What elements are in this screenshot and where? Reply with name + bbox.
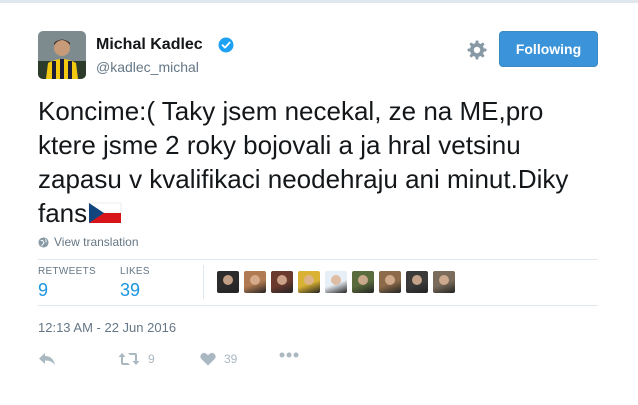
liker-avatar-7[interactable] [379, 271, 401, 293]
liker-avatar-8[interactable] [406, 271, 428, 293]
liker-face [304, 275, 314, 285]
reply-button[interactable] [38, 352, 56, 366]
liker-avatars [217, 271, 455, 293]
liker-face [223, 275, 233, 285]
liker-avatar-2[interactable] [244, 271, 266, 293]
like-action-count: 39 [224, 352, 238, 366]
display-name[interactable]: Michal Kadlec [96, 36, 203, 54]
liker-avatar-6[interactable] [352, 271, 374, 293]
verified-badge-icon [218, 37, 234, 53]
retweets-count[interactable]: 9 [38, 280, 48, 301]
likes-label: LIKES [120, 266, 150, 277]
view-translation-link[interactable]: View translation [38, 235, 139, 249]
stats-divider-top [38, 259, 598, 260]
globe-icon [38, 236, 49, 248]
liker-face [412, 275, 422, 285]
retweet-action-count: 9 [148, 352, 155, 366]
retweets-label: RETWEETS [38, 266, 96, 277]
like-button[interactable]: 39 [200, 352, 237, 366]
liker-avatar-4[interactable] [298, 271, 320, 293]
likes-count[interactable]: 39 [120, 280, 140, 301]
tweet-timestamp[interactable]: 12:13 AM - 22 Jun 2016 [38, 320, 176, 335]
tweet-actions: 9 39 [38, 352, 338, 372]
top-border [0, 0, 638, 3]
stats-vertical-divider [203, 265, 204, 299]
retweet-button[interactable]: 9 [118, 352, 155, 366]
liker-avatar-9[interactable] [433, 271, 455, 293]
view-translation-label: View translation [54, 235, 139, 249]
liker-face [358, 275, 368, 285]
liker-face [277, 275, 287, 285]
liker-avatar-5[interactable] [325, 271, 347, 293]
more-options-button[interactable] [279, 352, 299, 358]
liker-face [250, 275, 260, 285]
liker-face [439, 275, 449, 285]
gear-icon[interactable] [466, 39, 488, 61]
liker-avatar-3[interactable] [271, 271, 293, 293]
more-dots-icon [279, 352, 299, 358]
retweet-icon [118, 353, 140, 365]
reply-icon [39, 353, 55, 365]
liker-face [331, 275, 341, 285]
stats-divider-bottom [38, 305, 598, 306]
user-handle[interactable]: @kadlec_michal [96, 59, 199, 75]
following-button[interactable]: Following [499, 31, 598, 67]
avatar[interactable] [38, 31, 86, 79]
liker-face [385, 275, 395, 285]
czech-flag-icon [88, 199, 122, 223]
heart-icon [200, 352, 216, 366]
liker-avatar-1[interactable] [217, 271, 239, 293]
tweet-text: Koncime:( Taky jsem necekal, ze na ME,pr… [38, 94, 598, 230]
